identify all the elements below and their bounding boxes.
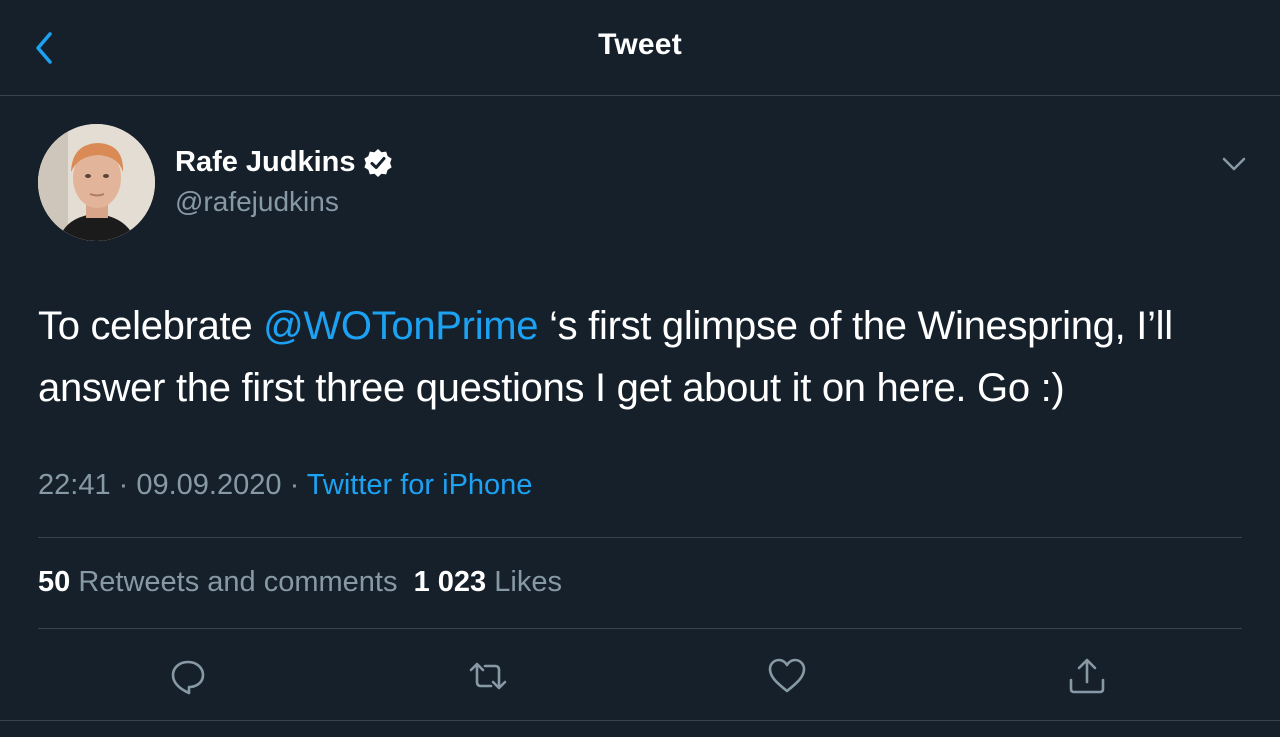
divider [38,628,1242,629]
heart-icon [768,658,806,693]
chevron-down-icon [1222,157,1246,171]
meta-separator: · [281,469,307,501]
reply-icon [171,660,205,695]
share-icon [1069,658,1105,694]
share-button[interactable] [1067,656,1107,696]
retweets-label: Retweets and comments [78,566,398,598]
likes-label: Likes [494,566,562,598]
likes-stat[interactable]: 1 023 Likes [414,566,562,598]
retweet-button[interactable] [468,656,508,696]
likes-count: 1 023 [413,566,487,598]
meta-separator: · [110,469,137,501]
verified-badge-icon [362,147,394,179]
author-handle[interactable]: @rafejudkins [175,186,339,218]
retweets-stat[interactable]: 50 Retweets and comments [38,566,397,598]
more-options-button[interactable] [1218,148,1250,180]
retweets-count: 50 [38,566,71,598]
tweet-meta: 22:41 · 09.09.2020 · Twitter for iPhone [38,469,532,502]
like-button[interactable] [767,656,807,696]
tweet-text-start: To celebrate [38,304,264,348]
divider [38,537,1242,538]
tweet-text: To celebrate @WOTonPrime ‘s first glimps… [38,295,1248,419]
author-name[interactable]: Rafe Judkins [175,146,394,179]
tweet-date: 09.09.2020 [136,469,282,501]
avatar[interactable] [38,124,155,241]
bottom-divider [0,720,1280,721]
tweet-time: 22:41 [38,469,111,501]
reply-button[interactable] [168,656,208,696]
top-bar: Tweet [0,0,1280,96]
tweet-source-link[interactable]: Twitter for iPhone [307,469,533,501]
mention-link[interactable]: @WOTonPrime [263,304,538,348]
page-title: Tweet [598,28,682,61]
retweet-icon [469,662,507,690]
tweet-stats: 50 Retweets and comments 1 023 Likes [38,566,562,599]
profile-photo [38,124,155,241]
author-name-label: Rafe Judkins [175,146,356,178]
